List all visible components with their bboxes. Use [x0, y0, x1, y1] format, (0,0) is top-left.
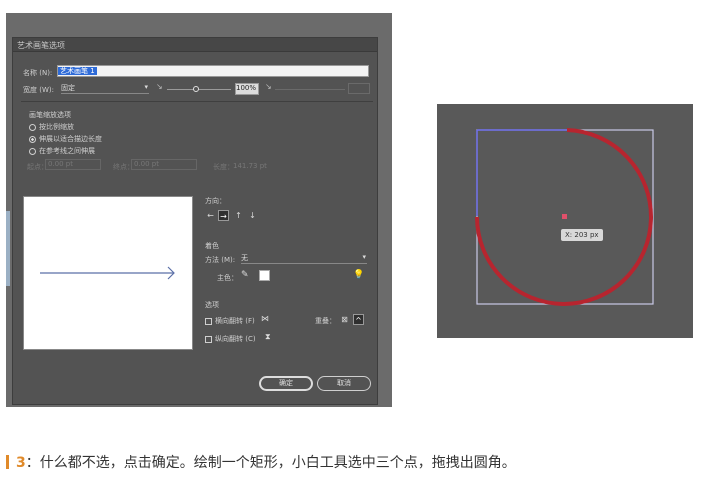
width-mode-value: 固定	[61, 84, 75, 92]
scale-section-title: 画笔缩放选项	[29, 111, 71, 119]
variation-icon: ↘	[265, 82, 272, 91]
variation-input[interactable]	[348, 83, 370, 94]
step-number: 3	[16, 455, 26, 471]
colorize-label: 着色	[205, 242, 219, 250]
preview-arrow	[40, 266, 175, 280]
guide-end-input: 0.00 pt	[131, 159, 197, 170]
method-label: 方法 (M):	[205, 256, 236, 264]
guide-end-value: 0.00 pt	[134, 160, 159, 168]
direction-right-icon[interactable]: →	[218, 210, 229, 221]
center-point	[562, 214, 567, 219]
keycolor-label: 主色：	[217, 274, 238, 282]
flip-along-checkbox[interactable]	[205, 317, 212, 325]
flip-along-label: 横向翻转 (F)	[215, 317, 255, 325]
chevron-down-icon: ▾	[144, 83, 148, 91]
eyedropper-icon[interactable]: ✎	[241, 270, 249, 280]
scale-option-stretch-fit[interactable]: 伸展以适合描边长度	[29, 134, 102, 144]
flip-across-option[interactable]: 纵向翻转 (C)	[205, 334, 256, 344]
guide-length-label: 长度：	[213, 163, 234, 171]
width-percent-value: 100%	[236, 84, 257, 92]
dialog-screenshot: 艺术画笔选项 名称 (N): 艺术画笔 1 宽度 (W): 固定 ▾ ↘ 100…	[6, 13, 392, 407]
method-select[interactable]: 无 ▾	[241, 253, 367, 264]
accent-bar	[6, 455, 9, 469]
width-min-icon: ↘	[156, 82, 163, 91]
overlap-none-icon[interactable]: ^	[353, 314, 364, 325]
overlap-label: 重叠：	[315, 317, 336, 325]
name-label: 名称 (N):	[23, 69, 53, 77]
variation-slider-track[interactable]	[275, 89, 345, 90]
direction-label: 方向：	[205, 197, 226, 205]
flip-along-icon: ⋈	[261, 314, 269, 323]
caption-text: ：什么都不选，点击确定。绘制一个矩形，小白工具选中三个点，拖拽出圆角。	[25, 455, 516, 471]
method-value: 无	[241, 254, 248, 262]
panel-edge-strip	[6, 211, 10, 286]
flip-across-icon: ⧗	[265, 332, 271, 341]
width-slider-knob[interactable]	[193, 86, 199, 92]
divider	[21, 101, 373, 102]
flip-across-checkbox[interactable]	[205, 335, 212, 343]
tooltip-text: X: 203 px	[565, 231, 599, 239]
chevron-down-icon: ▾	[362, 253, 366, 261]
radio-stretch-fit[interactable]	[29, 135, 36, 143]
direction-left-icon[interactable]: ←	[205, 210, 216, 221]
radio-proportional[interactable]	[29, 123, 36, 131]
name-input[interactable]: 艺术画笔 1	[57, 65, 369, 77]
tips-icon[interactable]: 💡	[353, 270, 364, 280]
flip-along-option[interactable]: 横向翻转 (F)	[205, 316, 255, 326]
scale-option-label: 按比例缩放	[39, 123, 74, 131]
name-value: 艺术画笔 1	[58, 67, 97, 75]
keycolor-swatch[interactable]	[259, 270, 270, 281]
step-caption: 3：什么都不选，点击确定。绘制一个矩形，小白工具选中三个点，拖拽出圆角。	[6, 452, 516, 472]
guide-start-value: 0.00 pt	[48, 160, 73, 168]
width-percent-input[interactable]: 100%	[235, 83, 259, 95]
guide-start-input: 0.00 pt	[45, 159, 101, 170]
dialog-titlebar[interactable]: 艺术画笔选项	[13, 38, 377, 52]
scale-option-stretch-guides[interactable]: 在参考线之间伸展	[29, 146, 95, 156]
scale-option-label: 伸展以适合描边长度	[39, 135, 102, 143]
options-label: 选项	[205, 301, 219, 309]
rounded-corner-drawing	[475, 128, 654, 306]
canvas-demo: X: 203 px	[437, 104, 693, 338]
ok-button[interactable]: 确定	[259, 376, 313, 391]
width-label: 宽度 (W):	[23, 86, 54, 94]
direction-down-icon[interactable]: ↓	[247, 210, 258, 221]
scale-option-proportional[interactable]: 按比例缩放	[29, 122, 74, 132]
flip-across-label: 纵向翻转 (C)	[215, 335, 256, 343]
brush-preview	[23, 196, 193, 350]
overlap-adjust-icon[interactable]: ⊠	[339, 314, 350, 325]
scale-option-label: 在参考线之间伸展	[39, 147, 95, 155]
position-tooltip: X: 203 px	[561, 229, 603, 241]
width-slider-track[interactable]	[167, 89, 231, 90]
dialog-title: 艺术画笔选项	[17, 41, 65, 50]
radio-stretch-guides[interactable]	[29, 147, 36, 155]
width-mode-select[interactable]: 固定 ▾	[61, 83, 149, 94]
art-brush-options-dialog: 艺术画笔选项 名称 (N): 艺术画笔 1 宽度 (W): 固定 ▾ ↘ 100…	[12, 37, 378, 405]
cancel-button[interactable]: 取消	[317, 376, 371, 391]
guide-length-value: 141.73 pt	[233, 162, 267, 170]
direction-up-icon[interactable]: ↑	[233, 210, 244, 221]
